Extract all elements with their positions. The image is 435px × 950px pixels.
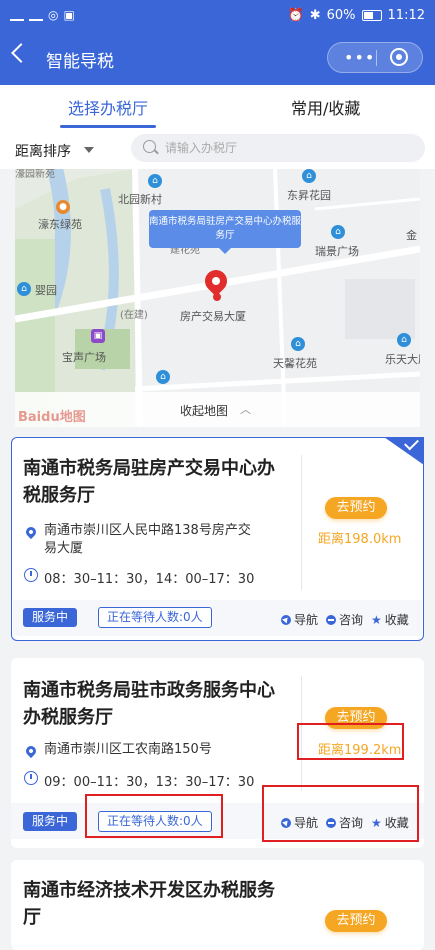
consult-button[interactable]: 咨询: [326, 611, 363, 628]
miniapp-capsule: •••: [327, 42, 423, 73]
signal-icon: [10, 9, 24, 21]
map-poi-icon: ⌂: [302, 169, 316, 183]
consult-label: 咨询: [339, 613, 364, 627]
status-bar: ◎ ▣ ⏰ ✱ 60% 11:12: [0, 0, 435, 32]
bluetooth-icon: ✱: [309, 8, 321, 23]
map-label: 北园新村: [118, 193, 162, 206]
map-poi-icon: ▣: [91, 329, 105, 343]
map-poi-icon: ●: [56, 200, 70, 214]
map-label: 濠东绿苑: [38, 218, 82, 231]
map-label: 东昇花园: [287, 189, 331, 202]
battery-icon: [361, 10, 382, 21]
close-miniapp-icon[interactable]: [390, 48, 408, 66]
map-label: 濠园新苑: [15, 169, 55, 180]
status-badge: 服务中: [23, 812, 77, 831]
tab-bar: 选择办税厅 常用/收藏: [0, 85, 435, 129]
consult-icon: [326, 614, 336, 625]
highlight-distance-box: [297, 723, 404, 760]
office-name: 南通市税务局驻房产交易中心办税服务厅: [23, 458, 275, 506]
map-label: 金: [406, 229, 417, 242]
navigate-button[interactable]: 导航: [281, 611, 318, 628]
page-title: 智能导税: [46, 52, 114, 72]
alarm-icon: ⏰: [287, 8, 304, 23]
waiting-count-badge: 正在等待人数:0人: [98, 607, 212, 628]
status-badge: 服务中: [23, 608, 77, 627]
chevron-up-icon[interactable]: ︿: [240, 401, 251, 417]
battery-percent: 60%: [326, 8, 356, 23]
book-appointment-button[interactable]: 去预约: [325, 497, 387, 519]
navigate-label: 导航: [294, 613, 319, 627]
map-label: 宝声广场: [62, 351, 106, 364]
office-name: 南通市经济技术开发区办税服务厅: [23, 880, 275, 928]
map-poi-icon: ⌂: [397, 333, 411, 347]
map-location-bubble[interactable]: 南通市税务局驻房产交易中心办税服务厅: [149, 210, 301, 254]
search-icon: [143, 140, 156, 153]
selected-corner: [384, 437, 424, 465]
highlight-actions-box: [262, 785, 419, 842]
map-poi-icon: ⌂: [156, 370, 170, 384]
office-address: 南通市崇川区人民中路138号房产交易大厦: [44, 523, 251, 556]
office-hours: 09：00–11：30，13：30–17：30: [44, 775, 255, 790]
capsule-divider: [376, 50, 377, 66]
signal-icon: [29, 9, 43, 21]
map-poi-icon: ⌂: [17, 282, 31, 296]
map-poi-icon: ⌂: [291, 337, 305, 351]
clock-icon: [24, 568, 38, 582]
map-label: 瑞景广场: [315, 245, 359, 258]
tab-select-hall[interactable]: 选择办税厅: [68, 95, 148, 119]
navigation-icon: [281, 614, 291, 625]
status-icons-left: ◎ ▣: [10, 8, 75, 22]
map-poi-icon: ⌂: [148, 174, 162, 188]
highlight-waiting-box: [85, 794, 223, 838]
wifi-icon: ◎: [48, 8, 59, 22]
collapse-map-label[interactable]: 收起地图: [180, 402, 228, 419]
status-icons-right: ⏰ ✱ 60% 11:12: [288, 8, 425, 23]
map-label: 房产交易大厦: [180, 310, 246, 323]
message-icon: ▣: [63, 8, 75, 22]
star-icon: ★: [371, 612, 382, 627]
favorite-label: 收藏: [384, 613, 409, 627]
search-input[interactable]: [165, 138, 405, 158]
sort-dropdown[interactable]: 距离排序: [15, 141, 71, 161]
office-name: 南通市税务局驻市政务服务中心办税服务厅: [23, 680, 275, 728]
favorite-button[interactable]: ★ 收藏: [371, 611, 409, 628]
map-label: 乐天大厦: [385, 353, 420, 366]
office-address: 南通市崇川区工农南路150号: [44, 742, 212, 757]
active-tab-indicator: [60, 125, 156, 128]
more-icon[interactable]: •••: [344, 48, 375, 67]
office-hours: 08：30–11：30，14：00–17：30: [44, 572, 255, 587]
card-divider: [301, 455, 302, 590]
map-label: 天馨花苑: [273, 357, 317, 370]
book-appointment-button[interactable]: 去预约: [325, 910, 387, 932]
map-label: (在建): [120, 310, 148, 321]
clock-time: 11:12: [387, 8, 425, 23]
map-pin-base: [213, 293, 221, 301]
map-poi-icon: ⌂: [331, 225, 345, 239]
baidu-map-logo: Baidu地图: [18, 410, 86, 425]
tab-favorites[interactable]: 常用/收藏: [291, 95, 360, 119]
distance-label: 距离198.0km: [318, 532, 402, 547]
caret-down-icon[interactable]: [84, 147, 94, 153]
clock-icon: [24, 771, 38, 785]
map-label: 婴园: [35, 284, 57, 297]
